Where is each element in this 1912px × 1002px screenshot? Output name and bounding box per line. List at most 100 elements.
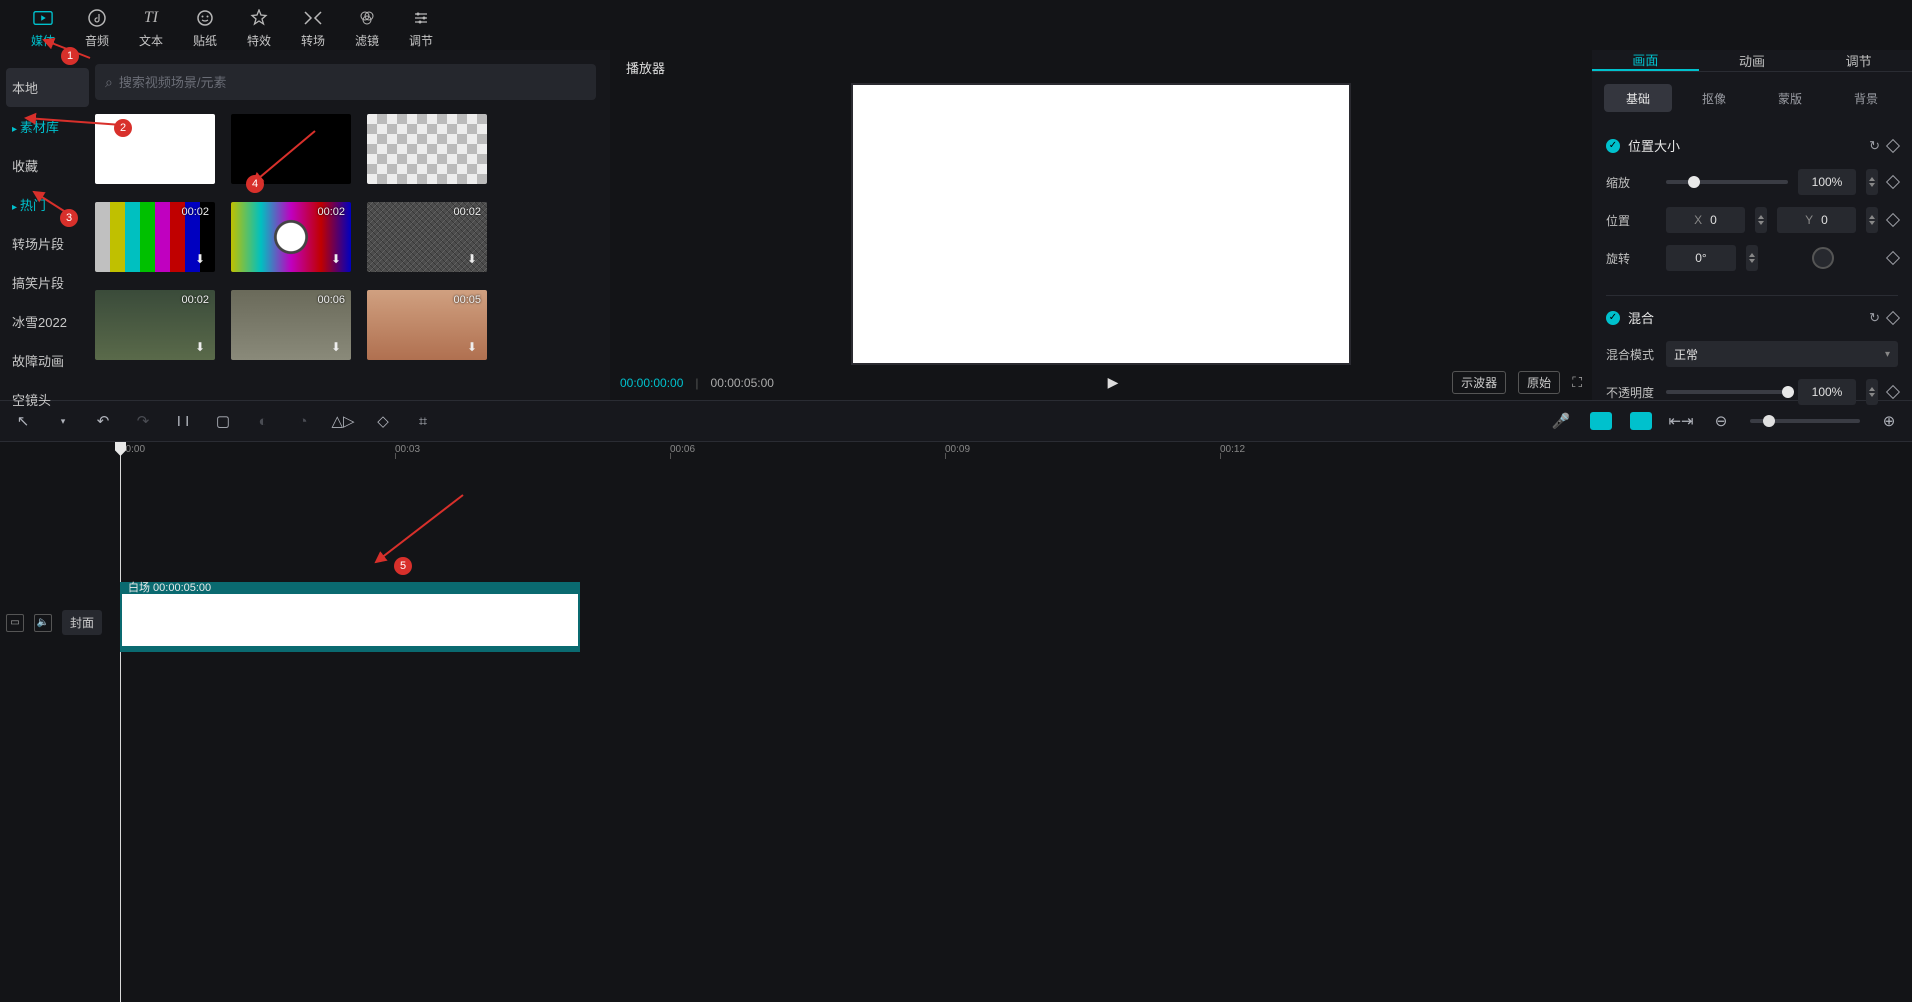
rotation-stepper[interactable] [1746,245,1758,271]
sidebar-item-glitch[interactable]: 故障动画 [6,341,89,380]
asset-thumb[interactable]: 00:05⬇ [367,290,487,360]
effect-icon [249,8,269,28]
mic-icon[interactable]: 🎤 [1550,410,1572,432]
crop-tool[interactable]: ⌗ [412,410,434,432]
original-button[interactable]: 原始 [1518,371,1560,394]
mirror-tool[interactable]: △▷ [332,410,354,432]
keyframe-icon[interactable] [1886,213,1900,227]
top-tab-adjust[interactable]: 调节 [394,8,448,50]
rotation-value[interactable]: 0° [1666,245,1736,271]
rp-tab-adjust[interactable]: 调节 [1805,50,1912,71]
pointer-tool[interactable]: ↖ [12,410,34,432]
opacity-slider[interactable] [1666,390,1788,394]
scale-slider[interactable] [1666,180,1788,184]
snap-icon[interactable]: ⇤⇥ [1670,410,1692,432]
download-icon[interactable]: ⬇ [195,340,211,356]
cover-button[interactable]: 封面 [62,610,102,635]
scope-button[interactable]: 示波器 [1452,371,1506,394]
sidebar-item-hot[interactable]: 热门 [6,185,89,224]
zoom-slider[interactable] [1750,419,1860,423]
asset-thumb[interactable] [367,114,487,184]
asset-thumb[interactable]: 00:02⬇ [95,202,215,272]
pointer-dropdown[interactable]: ▾ [52,410,74,432]
rp-tab-picture[interactable]: 画面 [1592,50,1699,71]
fullscreen-icon[interactable]: ⛶ [1572,374,1582,391]
timeline-clip[interactable]: 白场 00:00:05:00 [120,582,580,652]
download-icon[interactable]: ⬇ [195,252,211,268]
top-tab-audio[interactable]: 音频 [70,8,124,50]
reset-icon[interactable]: ↻ [1869,138,1880,154]
timeline-ruler[interactable]: 00:00 00:03 00:06 00:09 00:12 [120,442,1912,462]
position-x-input[interactable]: X0 [1666,207,1745,233]
reset-icon[interactable]: ↻ [1869,310,1880,326]
download-icon[interactable]: ⬇ [331,252,347,268]
playhead[interactable] [120,442,121,1002]
asset-thumb[interactable]: 00:02⬇ [367,202,487,272]
keyframe-icon[interactable] [1886,251,1900,265]
download-icon[interactable]: ⬇ [331,340,347,356]
sidebar-item-snow[interactable]: 冰雪2022 [6,302,89,341]
top-tab-media[interactable]: 媒体 [16,8,70,50]
blend-select[interactable]: 正常▾ [1666,341,1898,367]
search-input[interactable] [119,75,586,90]
pos-x-stepper[interactable] [1755,207,1767,233]
speed-tool[interactable]: ◔ [292,410,314,432]
sidebar-item-fav[interactable]: 收藏 [6,146,89,185]
top-tab-effect[interactable]: 特效 [232,8,286,50]
asset-thumb[interactable] [231,114,351,184]
scale-stepper[interactable] [1866,169,1878,195]
asset-thumb[interactable]: 00:06⬇ [231,290,351,360]
download-icon[interactable]: ⬇ [467,340,483,356]
rotation-dial[interactable] [1812,247,1834,269]
top-tab-filter[interactable]: 滤镜 [340,8,394,50]
search-row[interactable]: ⌕ [95,64,596,100]
split-tool[interactable]: I I [172,410,194,432]
asset-thumb[interactable] [95,114,215,184]
center-panel: 播放器 00:00:00:00 | 00:00:05:00 ▶ 示波器 原始 ⛶ [610,50,1592,400]
play-button[interactable]: ▶ [1108,374,1119,391]
pos-y-stepper[interactable] [1866,207,1878,233]
auto-track-a[interactable] [1590,412,1612,430]
zoom-out-icon[interactable]: ⊖ [1710,410,1732,432]
top-tab-text[interactable]: TI 文本 [124,8,178,50]
keyframe-icon[interactable] [1886,175,1900,189]
sidebar-item-library[interactable]: 素材库 [6,107,89,146]
asset-thumb[interactable]: 00:02⬇ [95,290,215,360]
keyframe-icon[interactable] [1886,385,1900,399]
rp-subtab-mask[interactable]: 蒙版 [1756,84,1824,112]
position-y-input[interactable]: Y0 [1777,207,1856,233]
top-tab-transition[interactable]: 转场 [286,8,340,50]
rp-subtab-bg[interactable]: 背景 [1832,84,1900,112]
redo-button[interactable]: ↷ [132,410,154,432]
section-check-icon[interactable]: ✓ [1606,311,1620,325]
section-check-icon[interactable]: ✓ [1606,139,1620,153]
zoom-fit-icon[interactable]: ⊕ [1878,410,1900,432]
rp-tab-animation[interactable]: 动画 [1699,50,1806,71]
top-tab-sticker[interactable]: 贴纸 [178,8,232,50]
freeze-tool[interactable]: ◐ [252,410,274,432]
tab-label: 文本 [139,32,163,49]
auto-track-b[interactable] [1630,412,1652,430]
track-visible-icon[interactable]: ▭ [6,614,24,632]
opacity-stepper[interactable] [1866,379,1878,405]
keyframe-icon[interactable] [1886,310,1900,324]
undo-button[interactable]: ↶ [92,410,114,432]
text-icon: TI [141,8,161,28]
asset-grid: 00:02⬇ 00:02⬇ 00:02⬇ 00:02⬇ 00:06⬇ 00:05… [95,114,596,360]
preview-canvas[interactable] [851,83,1351,365]
keyframe-icon[interactable] [1886,138,1900,152]
asset-thumb[interactable]: 00:02⬇ [231,202,351,272]
timeline[interactable]: 00:00 00:03 00:06 00:09 00:12 ▭ 🔈 封面 白场 … [0,442,1912,1002]
rp-subtab-cutout[interactable]: 抠像 [1680,84,1748,112]
opacity-value[interactable]: 100% [1798,379,1856,405]
rotate-tool[interactable]: ◇ [372,410,394,432]
rp-subtab-basic[interactable]: 基础 [1604,84,1672,112]
sidebar-item-trans[interactable]: 转场片段 [6,224,89,263]
sidebar-item-local[interactable]: 本地 [6,68,89,107]
sidebar-item-funny[interactable]: 搞笑片段 [6,263,89,302]
tab-label: 媒体 [31,32,55,49]
scale-value[interactable]: 100% [1798,169,1856,195]
delete-tool[interactable]: ▢ [212,410,234,432]
track-mute-icon[interactable]: 🔈 [34,614,52,632]
download-icon[interactable]: ⬇ [467,252,483,268]
